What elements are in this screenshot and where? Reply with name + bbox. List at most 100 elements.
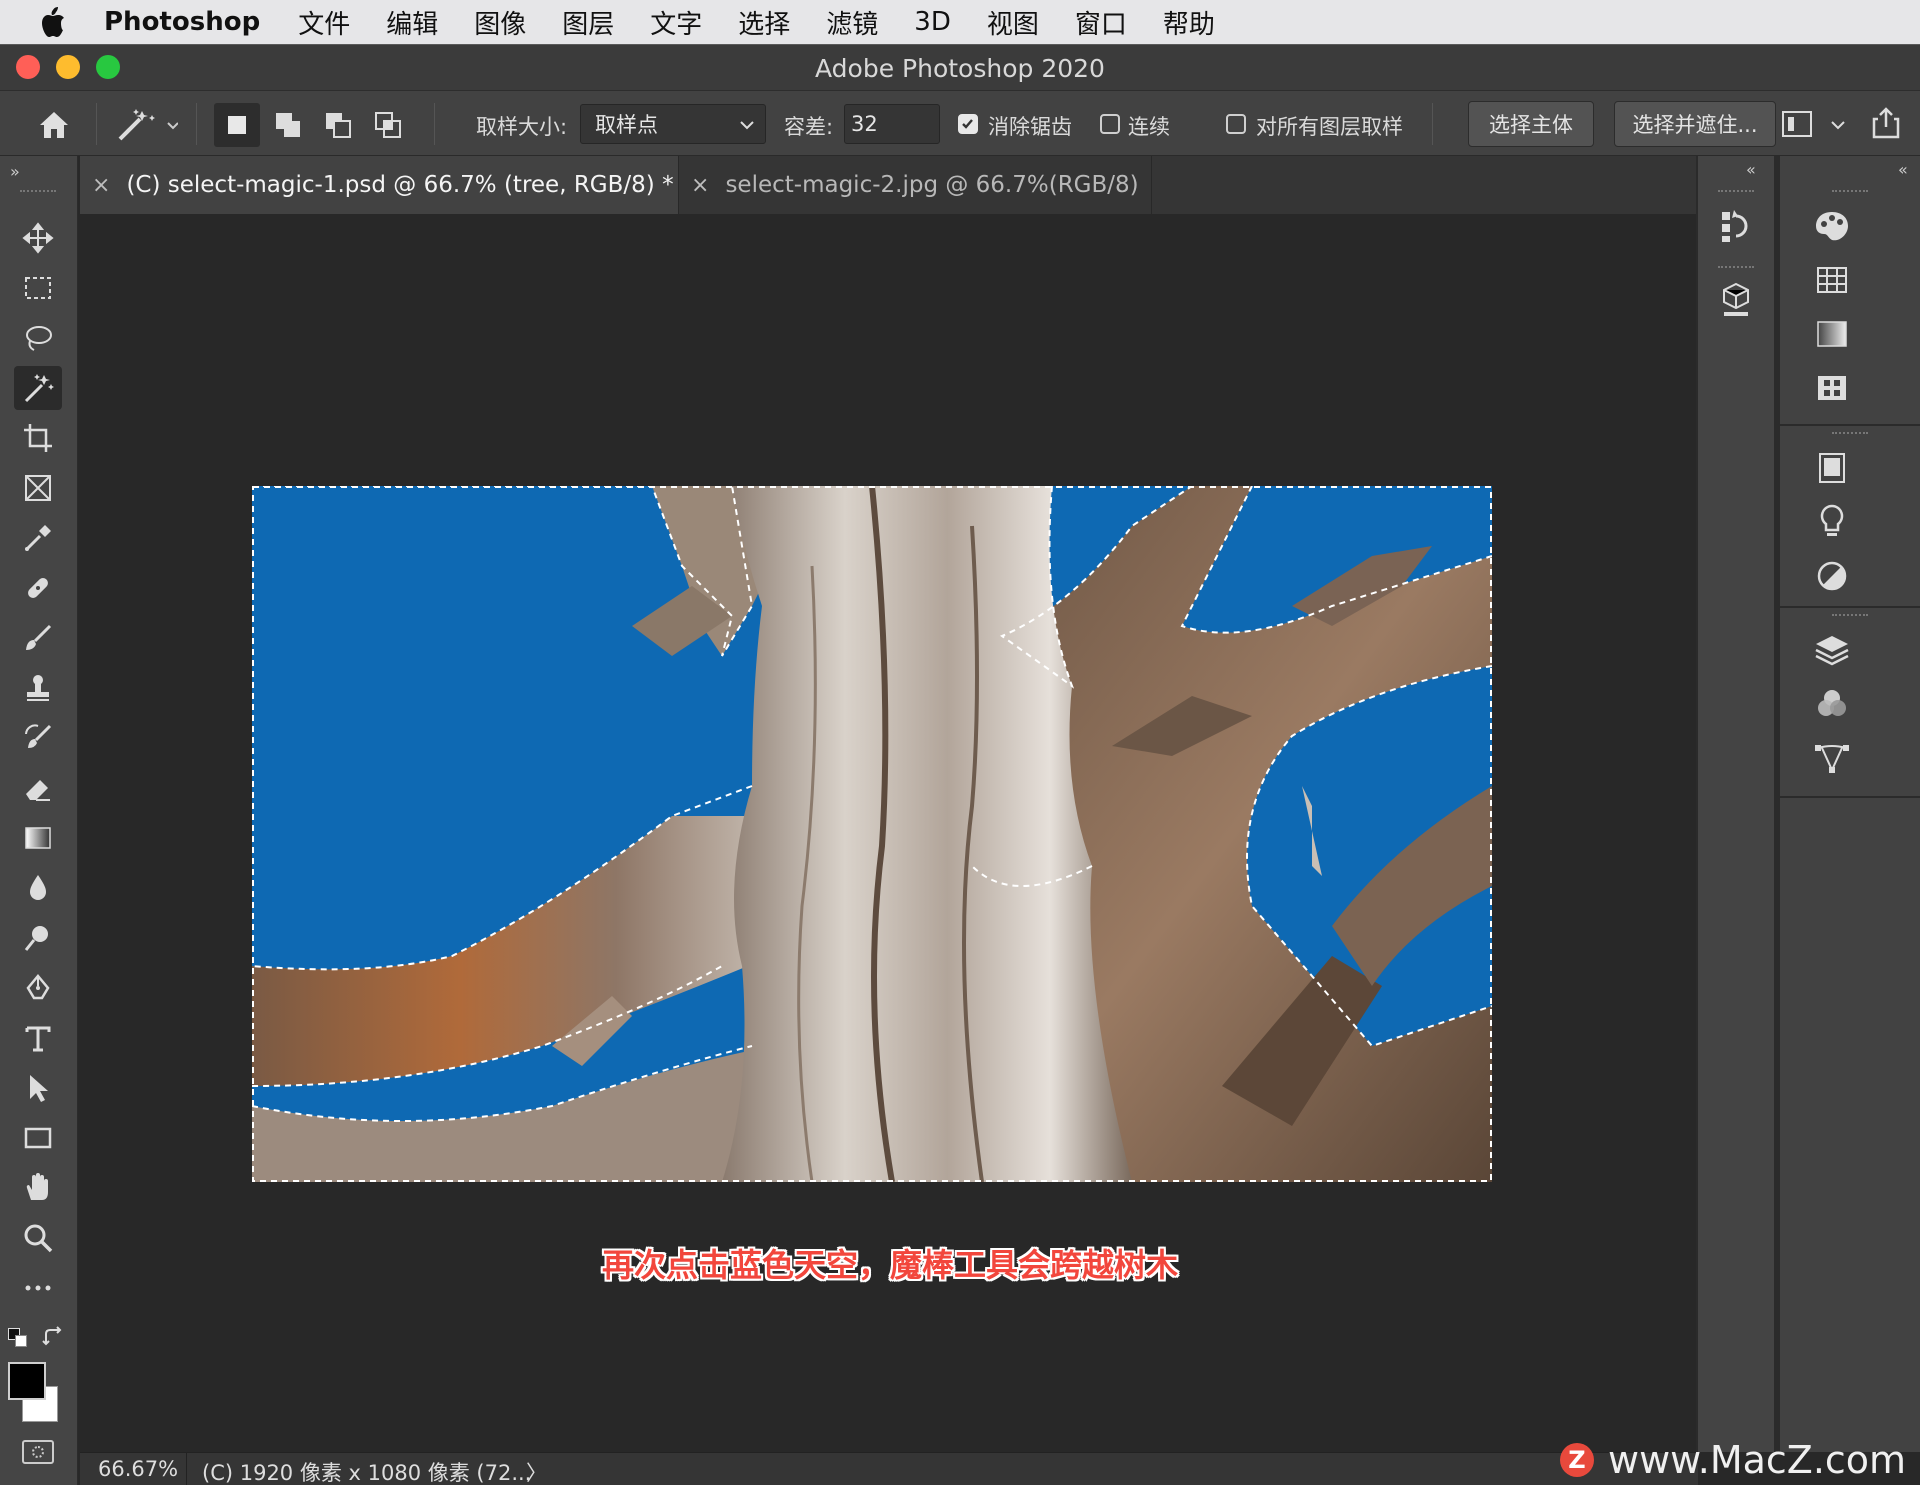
- healing-brush-icon[interactable]: [14, 566, 62, 610]
- window-titlebar: Adobe Photoshop 2020: [0, 44, 1920, 90]
- menu-3d[interactable]: 3D: [914, 7, 951, 37]
- grip-icon[interactable]: [1718, 266, 1754, 270]
- layers-panel-icon[interactable]: [1812, 630, 1852, 670]
- learn-panel-icon[interactable]: [1812, 502, 1852, 542]
- sample-all-layers-checkbox[interactable]: [1226, 114, 1246, 134]
- workspace-icon[interactable]: [1782, 111, 1812, 137]
- eyedropper-icon[interactable]: [14, 516, 62, 560]
- paths-panel-icon[interactable]: [1812, 738, 1852, 778]
- divider: [96, 103, 97, 145]
- path-selection-icon[interactable]: [14, 1066, 62, 1110]
- anti-alias-label: 消除锯齿: [988, 115, 1072, 139]
- chevron-down-icon[interactable]: [1830, 119, 1846, 131]
- document-tabs: × (C) select-magic-1.psd @ 66.7% (tree, …: [80, 156, 1698, 214]
- divider: [1432, 103, 1433, 145]
- eraser-icon[interactable]: [14, 766, 62, 810]
- app-menu-photoshop[interactable]: Photoshop: [104, 7, 260, 37]
- tolerance-label: 容差:: [784, 115, 834, 139]
- default-colors-icon[interactable]: [8, 1328, 30, 1350]
- grip-icon[interactable]: [1718, 190, 1754, 194]
- swap-colors-icon[interactable]: [42, 1326, 66, 1350]
- options-bar: 取样大小: 取样点 容差: 32 消除锯齿 连续 对所有图层取样 选择主体 选择…: [0, 90, 1920, 156]
- swatches-panel-icon[interactable]: [1812, 260, 1852, 300]
- foreground-color-swatch[interactable]: [8, 1362, 46, 1400]
- grip-icon[interactable]: [1832, 432, 1868, 436]
- collapse-panel-icon[interactable]: «: [1746, 160, 1756, 179]
- menu-image[interactable]: 图像: [474, 4, 526, 41]
- tab-select-magic-2[interactable]: × select-magic-2.jpg @ 66.7%(RGB/8): [678, 156, 1152, 214]
- collapse-panel-icon[interactable]: «: [1898, 160, 1908, 179]
- type-icon[interactable]: [14, 1016, 62, 1060]
- subtract-from-selection-button[interactable]: [316, 103, 362, 147]
- status-menu-arrow[interactable]: 〉: [526, 1457, 547, 1485]
- divider: [186, 1453, 187, 1485]
- tool-preset-picker[interactable]: [114, 105, 179, 145]
- tab-select-magic-1[interactable]: × (C) select-magic-1.psd @ 66.7% (tree, …: [80, 156, 678, 214]
- zoom-icon[interactable]: [14, 1216, 62, 1260]
- history-panel-icon[interactable]: [1716, 206, 1756, 246]
- intersect-selection-button[interactable]: [366, 103, 412, 147]
- channels-panel-icon[interactable]: [1812, 684, 1852, 724]
- close-tab-icon[interactable]: ×: [92, 173, 110, 198]
- sample-size-select[interactable]: 取样点: [580, 104, 766, 144]
- blur-icon[interactable]: [14, 866, 62, 910]
- dodge-icon[interactable]: [14, 916, 62, 960]
- pen-icon[interactable]: [14, 966, 62, 1010]
- share-icon[interactable]: [1868, 105, 1904, 141]
- history-brush-icon[interactable]: [14, 716, 62, 760]
- marquee-icon[interactable]: [14, 266, 62, 310]
- magic-wand-icon[interactable]: [14, 366, 62, 410]
- hand-icon[interactable]: [14, 1166, 62, 1210]
- new-selection-button[interactable]: [214, 103, 260, 147]
- divider: [434, 103, 435, 145]
- tutorial-caption: 再次点击蓝色天空，魔棒工具会跨越树木: [602, 1246, 1179, 1284]
- brush-icon[interactable]: [14, 616, 62, 660]
- apple-logo-icon[interactable]: [38, 6, 66, 38]
- menu-file[interactable]: 文件: [298, 4, 350, 41]
- color-panel-icon[interactable]: [1812, 206, 1852, 246]
- gradients-panel-icon[interactable]: [1812, 314, 1852, 354]
- menu-type[interactable]: 文字: [650, 4, 702, 41]
- grip-icon[interactable]: [1832, 190, 1868, 194]
- clone-stamp-icon[interactable]: [14, 666, 62, 710]
- rectangle-icon[interactable]: [14, 1116, 62, 1160]
- menu-select[interactable]: 选择: [738, 4, 790, 41]
- more-tools-icon[interactable]: [14, 1266, 62, 1310]
- adjustments-panel-icon[interactable]: [1812, 556, 1852, 596]
- contiguous-checkbox[interactable]: [1100, 114, 1120, 134]
- menu-filter[interactable]: 滤镜: [826, 4, 878, 41]
- move-icon[interactable]: [14, 216, 62, 260]
- menu-window[interactable]: 窗口: [1075, 4, 1127, 41]
- chevron-down-icon: [740, 121, 754, 130]
- patterns-panel-icon[interactable]: [1812, 368, 1852, 408]
- mac-menubar: Photoshop 文件 编辑 图像 图层 文字 选择 滤镜 3D 视图 窗口 …: [0, 0, 1920, 44]
- divider: [1780, 424, 1920, 426]
- 3d-panel-icon[interactable]: [1716, 280, 1756, 320]
- sample-all-layers-label: 对所有图层取样: [1256, 115, 1403, 139]
- lasso-icon[interactable]: [14, 316, 62, 360]
- zoom-level[interactable]: 66.67%: [98, 1457, 178, 1481]
- grip-icon[interactable]: [20, 190, 56, 194]
- anti-alias-checkbox[interactable]: [958, 114, 978, 134]
- properties-panel-icon[interactable]: [1812, 448, 1852, 488]
- grip-icon[interactable]: [1832, 614, 1868, 618]
- divider: [1780, 606, 1920, 608]
- frame-icon[interactable]: [14, 466, 62, 510]
- select-subject-button[interactable]: 选择主体: [1468, 101, 1594, 147]
- crop-icon[interactable]: [14, 416, 62, 460]
- quick-mask-icon[interactable]: [22, 1440, 54, 1464]
- tree-photo[interactable]: [252, 486, 1492, 1182]
- menu-edit[interactable]: 编辑: [386, 4, 438, 41]
- menu-help[interactable]: 帮助: [1163, 4, 1215, 41]
- tolerance-input[interactable]: 32: [844, 104, 940, 144]
- menu-view[interactable]: 视图: [987, 4, 1039, 41]
- close-tab-icon[interactable]: ×: [691, 173, 709, 198]
- contiguous-label: 连续: [1128, 115, 1170, 139]
- menu-layer[interactable]: 图层: [562, 4, 614, 41]
- add-to-selection-button[interactable]: [266, 103, 312, 147]
- select-and-mask-button[interactable]: 选择并遮住...: [1614, 101, 1776, 147]
- collapse-toolbar-icon[interactable]: »: [10, 162, 20, 181]
- home-icon[interactable]: [34, 105, 74, 145]
- watermark-badge: Z: [1560, 1443, 1594, 1477]
- gradient-icon[interactable]: [14, 816, 62, 860]
